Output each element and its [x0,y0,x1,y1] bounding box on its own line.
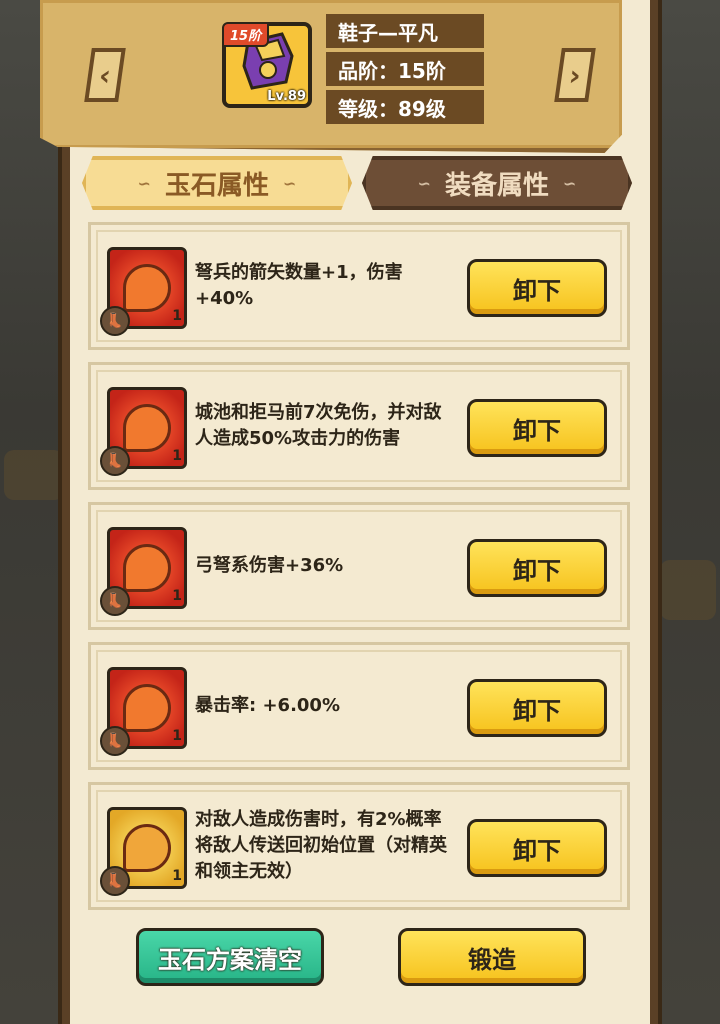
red-gem-icon [123,264,171,312]
ornament-icon: ∽ [283,173,297,193]
gem-slot[interactable]: 1 👢 [100,667,187,756]
gem-description: 对敌人造成伤害时，有2%概率将敌人传送回初始位置（对精英和领主无效） [195,809,447,882]
ornament-icon: ∽ [417,173,431,193]
golden-winged-boot-icon[interactable]: 15阶 Lv.89 [222,22,312,108]
gem-count: 1 [172,588,182,604]
gem-count: 1 [172,308,182,324]
boot-icon: 👢 [100,586,130,616]
gem-card: 1 👢 弩兵的箭矢数量+1，伤害+40% 卸下 [88,222,630,350]
gem-slot[interactable]: 1 👢 [100,807,187,896]
tab-gem-attributes[interactable]: ∽ 玉石属性 ∽ [82,156,352,210]
gem-description: 弓弩系伤害+36% [195,555,344,576]
gem-count: 1 [172,728,182,744]
ornament-icon: ∽ [563,173,577,193]
background-blur [660,560,716,620]
red-gem-icon [123,544,171,592]
unload-button[interactable]: 卸下 [467,539,607,597]
gem-description: 暴击率: +6.00% [195,695,340,716]
forge-button[interactable]: 锻造 [398,928,586,986]
gem-card: 1 👢 城池和拒马前7次免伤，并对敌人造成50%攻击力的伤害 卸下 [88,362,630,490]
unload-button[interactable]: 卸下 [467,399,607,457]
level-badge: Lv.89 [267,89,306,104]
gem-card: 1 👢 对敌人造成伤害时，有2%概率将敌人传送回初始位置（对精英和领主无效） 卸… [88,782,630,910]
tier-badge: 15阶 [222,22,270,47]
gem-count: 1 [172,868,182,884]
red-gem-icon [123,684,171,732]
item-quality: 品阶：15阶 [326,52,484,86]
gem-slot[interactable]: 1 👢 [100,387,187,476]
boot-icon: 👢 [100,446,130,476]
gem-card: 1 👢 暴击率: +6.00% 卸下 [88,642,630,770]
gem-description: 城池和拒马前7次免伤，并对敌人造成50%攻击力的伤害 [195,402,442,449]
unload-button[interactable]: 卸下 [467,819,607,877]
gem-count: 1 [172,448,182,464]
background-blur [4,450,64,500]
item-name: 鞋子—平凡 [326,14,484,48]
item-level: 等级：89级 [326,90,484,124]
boot-icon: 👢 [100,306,130,336]
ornament-icon: ∽ [137,173,151,193]
gem-description: 弩兵的箭矢数量+1，伤害+40% [195,262,403,309]
tab-label: 玉石属性 [164,170,269,201]
boot-icon: 👢 [100,726,130,756]
clear-gem-plan-button[interactable]: 玉石方案清空 [136,928,324,986]
boot-icon: 👢 [100,866,130,896]
gold-gem-icon [123,824,171,872]
red-gem-icon [123,404,171,452]
gem-card: 1 👢 弓弩系伤害+36% 卸下 [88,502,630,630]
gem-slot[interactable]: 1 👢 [100,247,187,336]
tab-label: 装备属性 [444,170,549,201]
unload-button[interactable]: 卸下 [467,259,607,317]
unload-button[interactable]: 卸下 [467,679,607,737]
gem-slot[interactable]: 1 👢 [100,527,187,616]
tab-equipment-attributes[interactable]: ∽ 装备属性 ∽ [362,156,632,210]
